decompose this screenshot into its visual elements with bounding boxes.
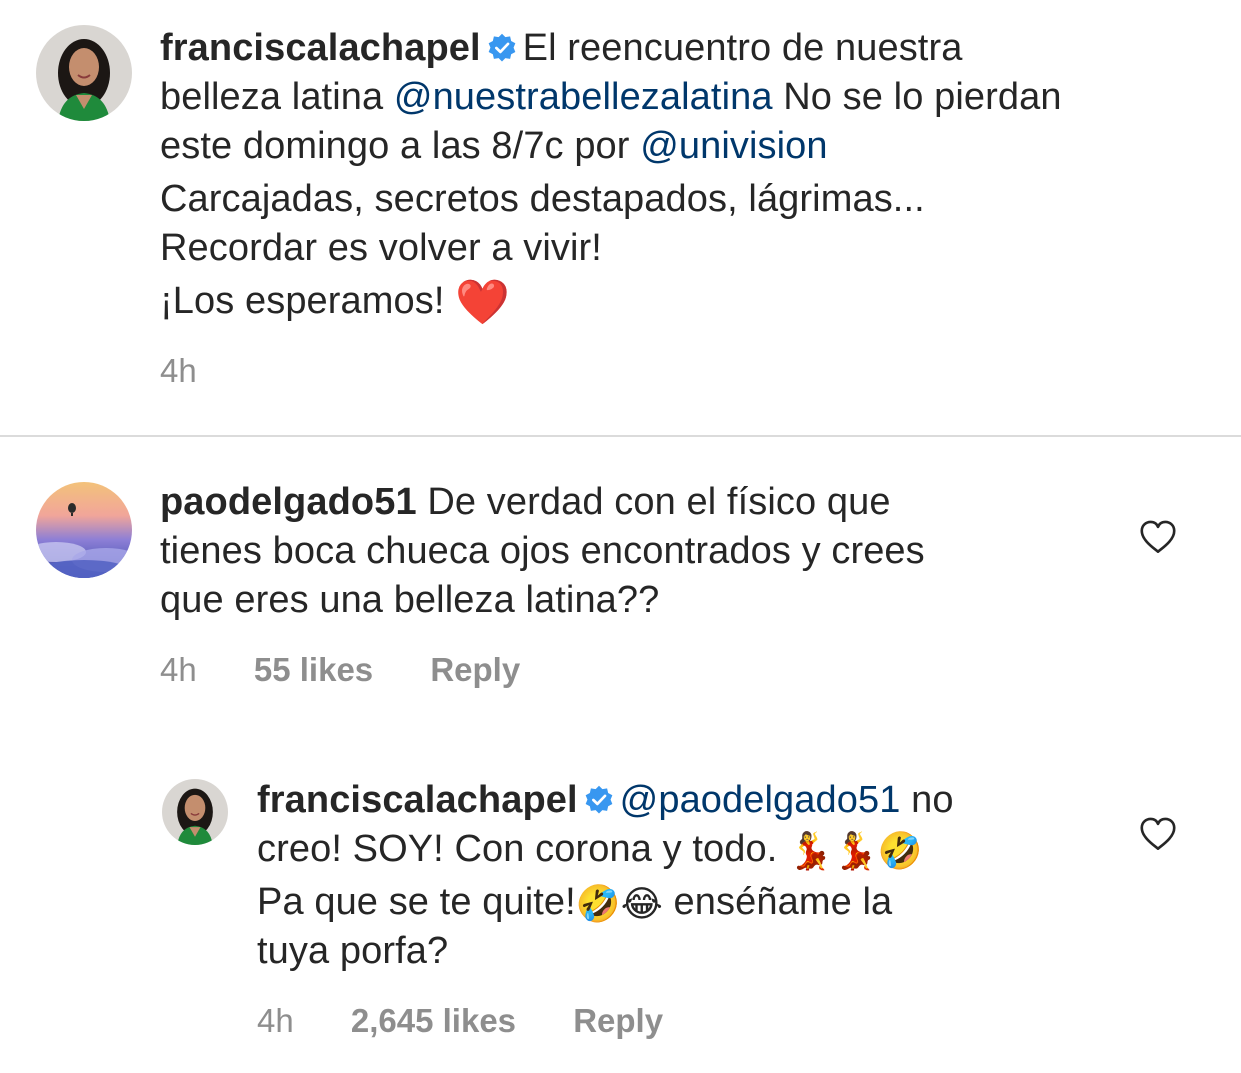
heart-outline-icon — [1140, 520, 1176, 553]
comment1-reply-button[interactable]: Reply — [430, 651, 520, 689]
caption-line5: Recordar es volver a vivir! — [160, 227, 602, 269]
comment1-line3: que eres una belleza latina?? — [160, 579, 660, 621]
reply1-username[interactable]: franciscalachapel — [257, 779, 578, 821]
comment1-line2: tienes boca chueca ojos encontrados y cr… — [160, 530, 925, 572]
comment1-meta: 4h 55 likes Reply — [160, 651, 568, 689]
laughing-emoji-icon: 🤣😂 — [575, 882, 663, 924]
verified-badge-icon — [584, 785, 614, 815]
profile-photo-woman-icon — [162, 779, 228, 845]
reply1-line4: tuya porfa? — [257, 930, 449, 972]
dancer-laughing-emoji-icon: 💃💃🤣 — [788, 829, 923, 871]
caption-avatar[interactable] — [36, 25, 132, 121]
reply1-line2: creo! SOY! Con corona y todo. — [257, 828, 789, 870]
caption-mention-nuestrabellezalatina[interactable]: @nuestrabellezalatina — [394, 76, 773, 118]
comment1-timestamp: 4h — [160, 651, 197, 688]
caption-meta: 4h — [160, 352, 245, 390]
profile-photo-balloon-sky-icon — [36, 482, 132, 578]
caption-line1: El reencuentro de nuestra — [522, 27, 963, 69]
caption-line6: ¡Los esperamos! — [160, 280, 456, 322]
heart-outline-icon — [1140, 817, 1176, 850]
caption-line3-pre: este domingo a las 8/7c por — [160, 125, 641, 167]
caption-mention-univision[interactable]: @univision — [640, 125, 827, 167]
comment1-likes[interactable]: 55 likes — [254, 651, 373, 689]
reply1-line3-post: enséñame la — [662, 881, 893, 923]
caption-line2-pre: belleza latina — [160, 76, 394, 118]
reply1-like-button[interactable] — [1139, 817, 1177, 851]
verified-badge-icon — [487, 33, 517, 63]
comment1-like-button[interactable] — [1139, 520, 1177, 554]
reply1-meta: 4h 2,645 likes Reply — [257, 1002, 711, 1040]
caption-text: franciscalachapel El reencuentro de nuest… — [160, 24, 1220, 326]
reply1-text: franciscalachapel @paodelgado51 no creo! … — [257, 776, 1117, 976]
reply1-timestamp: 4h — [257, 1002, 294, 1039]
comment1-avatar[interactable] — [36, 482, 132, 578]
reply1-mention-paodelgado51[interactable]: @paodelgado51 — [620, 779, 901, 821]
caption-divider — [0, 435, 1241, 437]
caption-timestamp: 4h — [160, 352, 197, 389]
reply1-avatar[interactable] — [162, 779, 228, 845]
caption-username[interactable]: franciscalachapel — [160, 27, 481, 69]
reply1-line1-post: no — [900, 779, 954, 821]
comment1-username[interactable]: paodelgado51 — [160, 481, 417, 523]
red-heart-emoji-icon: ❤️ — [455, 277, 511, 327]
comment1-line1: De verdad con el físico que — [427, 481, 891, 523]
reply1-reply-button[interactable]: Reply — [573, 1002, 663, 1040]
caption-line4: Carcajadas, secretos destapados, lágrima… — [160, 178, 925, 220]
reply1-likes[interactable]: 2,645 likes — [351, 1002, 516, 1040]
comment1-text: paodelgado51 De verdad con el físico que… — [160, 478, 1120, 625]
caption-line2-post: No se lo pierdan — [772, 76, 1062, 118]
reply1-line3-pre: Pa que se te quite! — [257, 881, 576, 923]
profile-photo-woman-icon — [36, 25, 132, 121]
